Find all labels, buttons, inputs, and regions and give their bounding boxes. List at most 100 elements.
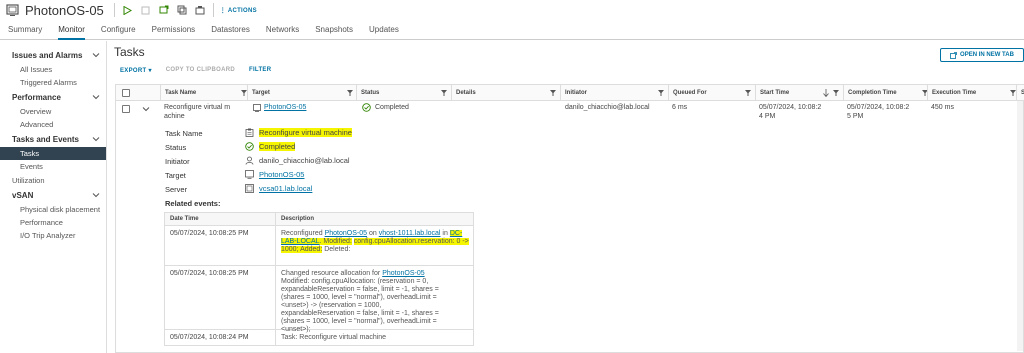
migrate-icon[interactable] [177, 5, 187, 15]
col-label: Initiator [565, 90, 587, 96]
sidebar-item-vsan-performance[interactable]: Performance [0, 216, 106, 229]
detail-value-server: vcsa01.lab.local [245, 184, 312, 193]
event-date: 05/07/2024, 10:08:25 PM [170, 230, 249, 237]
tab-updates[interactable]: Updates [369, 20, 399, 40]
col-task-name[interactable]: Task Name [160, 85, 251, 101]
vm-title: PhotonOS-05 [25, 2, 104, 18]
tab-monitor[interactable]: Monitor [58, 20, 85, 40]
completion-time-line: 05/07/2024, 10:08:2 [847, 104, 910, 111]
export-button[interactable]: EXPORT ▾ [120, 67, 152, 77]
vm-icon [253, 103, 261, 112]
sidebar-section-label: Performance [12, 92, 61, 102]
vm-link[interactable]: PhotonOS-05 [382, 270, 424, 277]
detail-label-initiator: Initiator [165, 157, 190, 166]
toolbar-separator [113, 3, 115, 17]
col-start-time[interactable]: Start Time [755, 85, 843, 101]
events-col-description: Description [281, 216, 315, 222]
queued-for-cell: 6 ms [672, 104, 688, 111]
server-link[interactable]: vcsa01.lab.local [259, 184, 312, 193]
sidebar-item-triggered-alarms[interactable]: Triggered Alarms [0, 76, 106, 89]
sidebar-item-utilization[interactable]: Utilization [0, 173, 106, 187]
vm-icon [245, 170, 254, 179]
status-text: Completed [375, 104, 409, 111]
detail-value-target: PhotonOS-05 [245, 170, 304, 179]
task-name-line: Reconfigure virtual m [164, 104, 231, 111]
filter-icon[interactable] [745, 90, 751, 96]
sidebar-section-label: vSAN [12, 190, 34, 200]
tab-permissions[interactable]: Permissions [152, 20, 196, 40]
col-s[interactable]: S [1016, 85, 1024, 101]
target-cell: PhotonOS-05 [253, 103, 306, 112]
copy-to-clipboard-button[interactable]: COPY TO CLIPBOARD [166, 67, 235, 77]
sidebar-item-tasks[interactable]: Tasks [0, 147, 106, 160]
tab-configure[interactable]: Configure [101, 20, 136, 40]
col-label: Start Time [760, 90, 790, 96]
grid-toolbar: EXPORT ▾ COPY TO CLIPBOARD FILTER [120, 67, 271, 77]
col-details[interactable]: Details [451, 85, 560, 101]
initiator-cell: danilo_chiacchio@lab.local [565, 104, 650, 111]
grid-scrollbar[interactable] [1017, 101, 1023, 351]
power-off-icon[interactable] [141, 5, 151, 15]
detail-value-status: Completed [245, 142, 296, 151]
target-link[interactable]: PhotonOS-05 [264, 103, 306, 112]
sidebar-item-events[interactable]: Events [0, 160, 106, 173]
sidebar-section-tasks-events[interactable]: Tasks and Events [0, 131, 106, 147]
filter-icon[interactable] [833, 90, 839, 96]
event-description: Reconfigured PhotonOS-05 on vhost-1011.l… [281, 230, 471, 254]
filter-icon[interactable] [347, 90, 353, 96]
monitor-sidebar: Issues and Alarms All Issues Triggered A… [0, 41, 107, 353]
sidebar-item-overview[interactable]: Overview [0, 105, 106, 118]
tab-datastores[interactable]: Datastores [211, 20, 250, 40]
sidebar-section-label: Issues and Alarms [12, 50, 83, 60]
launch-console-icon[interactable] [159, 5, 169, 15]
col-execution-time[interactable]: Execution Time [927, 85, 1020, 101]
chevron-down-icon [92, 95, 100, 100]
grid-header: Task Name Target Status Details Initiato… [116, 85, 1024, 101]
events-col-date: Date Time [170, 216, 199, 222]
chevron-down-icon [92, 193, 100, 198]
tab-snapshots[interactable]: Snapshots [315, 20, 353, 40]
export-label: EXPORT [120, 68, 147, 74]
sidebar-item-advanced[interactable]: Advanced [0, 118, 106, 131]
filter-button[interactable]: FILTER [249, 67, 271, 77]
snapshot-icon[interactable] [195, 5, 205, 15]
start-time-cell: 05/07/2024, 10:08:2 4 PM [759, 103, 821, 121]
select-all-checkbox[interactable] [122, 89, 130, 97]
table-row[interactable]: Reconfigure virtual m achine PhotonOS-05… [116, 101, 1024, 125]
col-queued-for[interactable]: Queued For [668, 85, 755, 101]
host-link[interactable]: vhost-1011.lab.local [379, 230, 441, 237]
actions-menu[interactable]: ⋮ ACTIONS [220, 7, 257, 14]
event-text: on [368, 230, 377, 237]
col-initiator[interactable]: Initiator [560, 85, 668, 101]
col-label: Task Name [165, 90, 197, 96]
tab-networks[interactable]: Networks [266, 20, 299, 40]
sidebar-section-vsan[interactable]: vSAN [0, 187, 106, 203]
sidebar-section-issues[interactable]: Issues and Alarms [0, 47, 106, 63]
sidebar-item-all-issues[interactable]: All Issues [0, 63, 106, 76]
task-name-text: Reconfigure virtual machine [259, 128, 352, 137]
tab-summary[interactable]: Summary [8, 20, 42, 40]
sidebar-item-io-trip[interactable]: I/O Trip Analyzer [0, 229, 106, 242]
sidebar-item-physical-disk[interactable]: Physical disk placement [0, 203, 106, 216]
chevron-down-icon[interactable] [142, 105, 150, 113]
col-label: Target [252, 90, 270, 96]
object-tabs: Summary Monitor Configure Permissions Da… [0, 20, 1024, 40]
filter-icon[interactable] [441, 90, 447, 96]
col-status[interactable]: Status [356, 85, 451, 101]
power-on-icon[interactable] [123, 5, 133, 15]
page-title: Tasks [114, 45, 145, 59]
filter-icon[interactable] [550, 90, 556, 96]
sidebar-section-performance[interactable]: Performance [0, 89, 106, 105]
open-in-new-tab-button[interactable]: OPEN IN NEW TAB [940, 48, 1024, 62]
tasks-grid: Task Name Target Status Details Initiato… [115, 84, 1024, 353]
vm-link[interactable]: PhotonOS-05 [325, 230, 367, 237]
col-target[interactable]: Target [247, 85, 357, 101]
row-checkbox[interactable] [122, 105, 130, 113]
filter-icon[interactable] [658, 90, 664, 96]
completion-time-cell: 05/07/2024, 10:08:2 5 PM [847, 103, 909, 121]
col-completion-time[interactable]: Completion Time [843, 85, 932, 101]
sort-desc-icon[interactable] [823, 89, 829, 97]
col-label: Details [456, 90, 476, 96]
target-link[interactable]: PhotonOS-05 [259, 170, 304, 179]
external-link-icon [950, 51, 957, 59]
